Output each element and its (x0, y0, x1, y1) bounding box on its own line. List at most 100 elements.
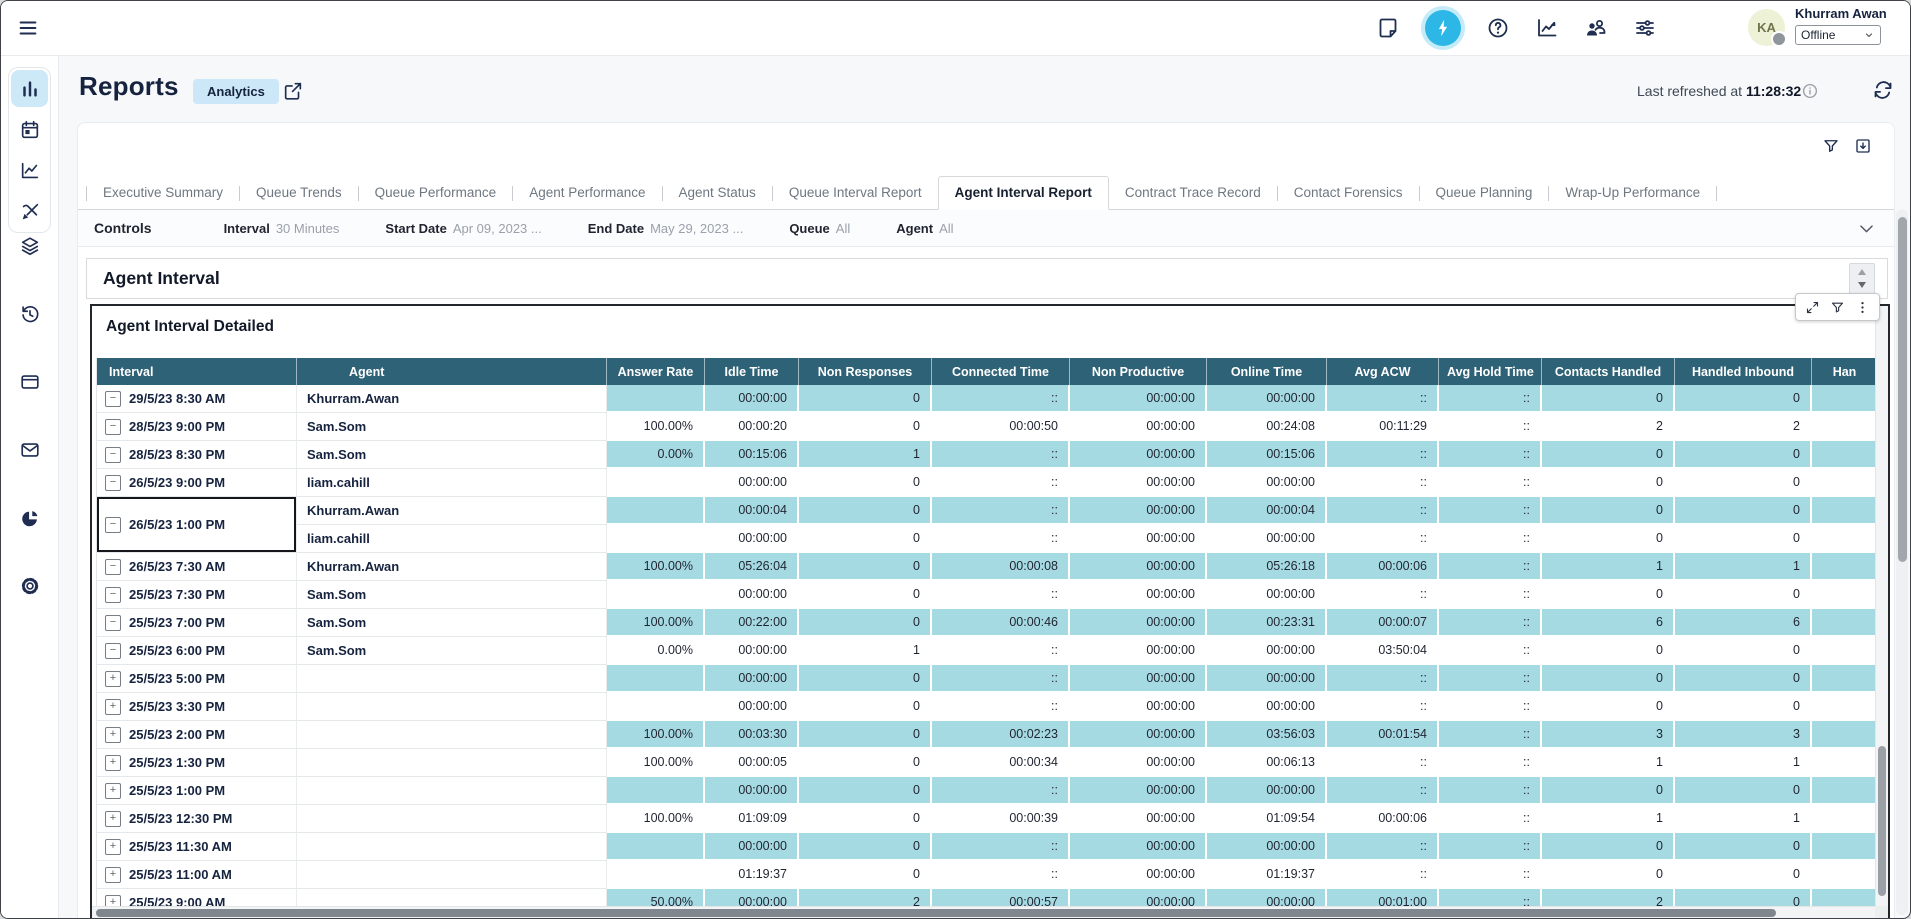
metric-cell[interactable]: 00:00:00 (1070, 861, 1207, 889)
metric-cell[interactable]: 00:00:00 (705, 581, 799, 609)
agent-cell[interactable] (297, 861, 607, 889)
metric-cell[interactable]: 0 (1542, 637, 1675, 665)
collapse-icon[interactable]: − (105, 447, 121, 463)
external-link-icon[interactable] (282, 80, 304, 102)
metric-cell[interactable]: 50.00% (607, 889, 705, 906)
metric-cell[interactable]: 00:00:34 (932, 749, 1070, 777)
sidebar-item-calendar[interactable] (11, 111, 48, 148)
metric-cell[interactable]: 0 (799, 525, 932, 553)
metric-cell[interactable]: 0 (1675, 665, 1812, 693)
metric-cell[interactable]: 00:00:06 (1327, 805, 1439, 833)
status-select[interactable]: Offline (1795, 25, 1881, 45)
agent-cell[interactable]: Sam.Som (297, 413, 607, 441)
collapse-icon[interactable]: − (105, 419, 121, 435)
metric-cell[interactable] (1812, 413, 1875, 441)
metric-cell[interactable]: 0 (1675, 497, 1812, 525)
metric-cell[interactable]: 0 (1675, 637, 1812, 665)
metric-cell[interactable]: 0 (1675, 833, 1812, 861)
interval-cell[interactable]: −26/5/23 1:00 PM (97, 497, 297, 553)
metric-cell[interactable] (607, 497, 705, 525)
column-header-avg-acw[interactable]: Avg ACW (1327, 358, 1439, 385)
tab-contract-trace-record[interactable]: Contract Trace Record (1109, 177, 1277, 209)
agent-cell[interactable]: liam.cahill (297, 469, 607, 497)
metric-cell[interactable]: 00:00:00 (1070, 805, 1207, 833)
metric-cell[interactable]: 00:01:54 (1327, 721, 1439, 749)
metric-cell[interactable]: :: (1327, 581, 1439, 609)
metric-cell[interactable]: :: (932, 637, 1070, 665)
column-header-interval[interactable]: Interval (97, 358, 297, 385)
horizontal-scroll-thumb[interactable] (96, 909, 1776, 917)
metric-cell[interactable]: 00:00:00 (1070, 833, 1207, 861)
metric-cell[interactable] (607, 693, 705, 721)
panel-filter-icon[interactable] (1830, 300, 1845, 315)
vertical-scroll-thumb[interactable] (1878, 746, 1886, 896)
tab-executive-summary[interactable]: Executive Summary (87, 177, 239, 209)
metric-cell[interactable] (1812, 385, 1875, 413)
metric-cell[interactable]: 00:00:00 (1070, 721, 1207, 749)
metric-cell[interactable]: :: (1327, 497, 1439, 525)
interval-cell[interactable]: −26/5/23 7:30 AM (97, 553, 297, 581)
metric-cell[interactable] (607, 581, 705, 609)
metric-cell[interactable]: 2 (799, 889, 932, 906)
panel-vertical-scrollbar[interactable] (1875, 306, 1888, 906)
metric-cell[interactable]: 00:11:29 (1327, 413, 1439, 441)
metric-cell[interactable]: 00:00:07 (1327, 609, 1439, 637)
metric-cell[interactable]: 100.00% (607, 805, 705, 833)
metric-cell[interactable]: 01:19:37 (1207, 861, 1327, 889)
metric-cell[interactable]: 0 (799, 861, 932, 889)
metric-cell[interactable]: :: (932, 441, 1070, 469)
metric-cell[interactable]: :: (1439, 469, 1542, 497)
controls-collapse-chevron-icon[interactable] (1857, 219, 1876, 238)
filter-end-date[interactable]: End DateMay 29, 2023 ... (588, 221, 744, 236)
expand-row-icon[interactable]: + (105, 783, 121, 799)
filter-agent[interactable]: AgentAll (896, 221, 953, 236)
collapse-icon[interactable]: − (105, 615, 121, 631)
metric-cell[interactable]: :: (932, 525, 1070, 553)
tab-contact-forensics[interactable]: Contact Forensics (1278, 177, 1419, 209)
metric-cell[interactable]: 00:00:00 (1207, 665, 1327, 693)
metric-cell[interactable]: :: (1439, 749, 1542, 777)
metric-cell[interactable]: 00:00:50 (932, 413, 1070, 441)
metric-cell[interactable]: 2 (1542, 889, 1675, 906)
metric-cell[interactable] (1812, 553, 1875, 581)
metric-cell[interactable]: :: (1327, 777, 1439, 805)
metric-cell[interactable]: 00:15:06 (1207, 441, 1327, 469)
spinner-down-icon[interactable] (1858, 282, 1866, 288)
metric-cell[interactable]: 6 (1542, 609, 1675, 637)
tab-queue-interval-report[interactable]: Queue Interval Report (773, 177, 938, 209)
metric-cell[interactable]: 00:00:00 (1207, 777, 1327, 805)
metric-cell[interactable]: 00:02:23 (932, 721, 1070, 749)
metric-cell[interactable]: 100.00% (607, 749, 705, 777)
tab-queue-performance[interactable]: Queue Performance (359, 177, 513, 209)
metric-cell[interactable] (1812, 777, 1875, 805)
metric-cell[interactable]: 0 (1542, 581, 1675, 609)
metric-cell[interactable] (1812, 861, 1875, 889)
metric-cell[interactable]: 1 (1542, 749, 1675, 777)
metric-cell[interactable]: 0 (799, 385, 932, 413)
sidebar-item-bar-chart[interactable] (11, 70, 48, 107)
metric-cell[interactable]: :: (1327, 665, 1439, 693)
metric-cell[interactable]: 0 (1542, 693, 1675, 721)
interval-cell[interactable]: −25/5/23 6:00 PM (97, 637, 297, 665)
metric-cell[interactable]: 0 (1675, 861, 1812, 889)
page-scrollbar[interactable] (1896, 209, 1908, 915)
metric-cell[interactable]: 00:24:08 (1207, 413, 1327, 441)
agent-cell[interactable] (297, 693, 607, 721)
column-header-answer-rate[interactable]: Answer Rate (607, 358, 705, 385)
collapse-icon[interactable]: − (105, 517, 121, 533)
sidebar-item-line-chart[interactable] (11, 152, 48, 189)
sliders-icon[interactable] (1633, 16, 1657, 40)
metric-cell[interactable]: 0 (1675, 525, 1812, 553)
metric-cell[interactable]: 00:00:00 (1070, 469, 1207, 497)
metric-cell[interactable]: 0 (1675, 469, 1812, 497)
sidebar-item-pie-chart[interactable] (11, 499, 48, 536)
metric-cell[interactable]: 0 (799, 777, 932, 805)
metric-cell[interactable]: 0 (1542, 777, 1675, 805)
metric-cell[interactable] (1812, 749, 1875, 777)
agent-cell[interactable]: Sam.Som (297, 637, 607, 665)
notes-icon[interactable] (1376, 16, 1400, 40)
tab-agent-status[interactable]: Agent Status (663, 177, 772, 209)
metric-cell[interactable]: 00:00:46 (932, 609, 1070, 637)
agent-cell[interactable] (297, 805, 607, 833)
metric-cell[interactable]: 00:00:00 (1207, 469, 1327, 497)
